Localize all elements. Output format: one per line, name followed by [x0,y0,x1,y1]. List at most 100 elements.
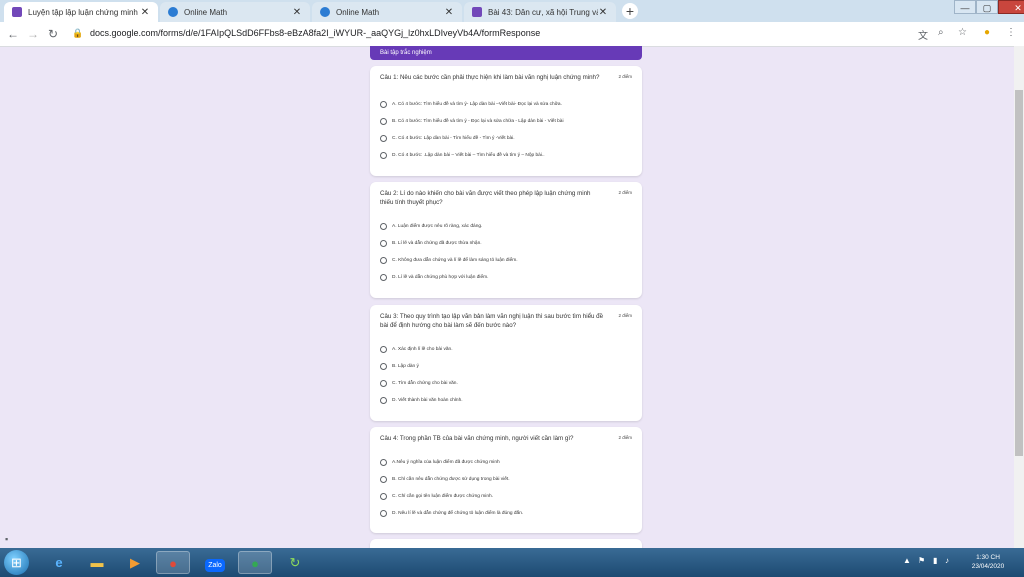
page-scrollbar[interactable] [1014,46,1024,548]
option-b[interactable]: B. Có 4 bước: Tìm hiểu đề và tìm ý - Đọc… [380,117,564,126]
radio-button[interactable] [380,223,387,230]
radio-button[interactable] [380,346,387,353]
option-label: D. Lí lẽ và dẫn chứng phù hợp với luận đ… [392,275,489,280]
question-text: Câu 1: Nêu các bước cần phải thực hiện k… [380,74,600,81]
tab-luyen-tap[interactable]: Luyện tập lập luận chứng minh ✕ [4,2,158,22]
option-a[interactable]: A. Có 4 bước: Tìm hiểu đề và tìm ý- Lập … [380,100,562,109]
close-icon[interactable]: ✕ [444,7,454,18]
back-icon[interactable]: ← [4,25,22,43]
radio-button[interactable] [380,118,387,125]
chrome-icon[interactable]: ● [238,551,272,574]
option-d[interactable]: D. Viết thành bài văn hoàn chỉnh. [380,396,463,405]
option-c[interactable]: C. Không đưa dẫn chứng và lí lẽ để làm s… [380,256,518,265]
minimize-button[interactable]: — [954,0,976,14]
windows-taskbar: ⊞ e ▬ ▶ ● Zalo ● ↻ ▲ ⚑ ▮ ♪ 1:30 CH 23/04… [0,548,1024,577]
google-form: Bài tập trắc nghiệm Câu 1: Nêu các bước … [370,46,642,548]
signal-icon[interactable]: ▮ [933,556,937,565]
question-text: Câu 3: Theo quy trình tạo lập văn bản là… [380,313,604,329]
browser-toolbar: ← → ↻ 🔒 docs.google.com/forms/d/e/1FAIpQ… [0,22,1024,47]
option-b[interactable]: B. Chỉ cần nêu dẫn chứng được sử dụng tr… [380,475,510,484]
lock-icon: 🔒 [72,28,84,38]
tab-bai-43[interactable]: Bài 43: Dân cư, xã hội Trung và Nam ✕ [464,2,616,22]
zoom-icon[interactable]: ⌕ [938,27,944,38]
onedrive-cloud-icon [320,7,330,17]
option-d[interactable]: D. Nêu lí lẽ và dẫn chứng để chứng tỏ lu… [380,509,523,518]
feedback-icon[interactable]: ▪ [5,534,8,544]
maximize-button[interactable]: ▢ [976,0,998,14]
address-bar[interactable]: 🔒 docs.google.com/forms/d/e/1FAIpQLSdD6F… [66,25,981,43]
close-icon[interactable]: ✕ [598,7,608,18]
media-player-icon[interactable]: ▶ [118,551,152,574]
option-a[interactable]: A. Luận điểm được nêu rõ ràng, xác đáng. [380,222,482,231]
option-a[interactable]: A. Xác định lí lẽ cho bài văn. [380,345,453,354]
question-text: Câu 4: Trong phần TB của bài văn chứng m… [380,435,574,442]
option-d[interactable]: D. Có 4 bước: .Lập dàn bài – Viết bài – … [380,151,545,160]
window-close-button[interactable]: ✕ [998,0,1024,14]
forward-icon[interactable]: → [24,25,42,43]
radio-button[interactable] [380,240,387,247]
tab-title: Online Math [184,7,228,17]
option-label: B. Lập dàn ý [392,364,419,369]
option-label: C. Chỉ cần gọi tên luận điểm được chứng … [392,494,494,499]
radio-button[interactable] [380,459,387,466]
option-a[interactable]: A.Nêu ý nghĩa của luận điểm đã được chứn… [380,458,500,467]
radio-button[interactable] [380,397,387,404]
tab-online-math-1[interactable]: Online Math ✕ [160,2,310,22]
start-button[interactable]: ⊞ [4,550,29,575]
radio-button[interactable] [380,476,387,483]
tab-online-math-2[interactable]: Online Math ✕ [312,2,462,22]
points-label: 2 điểm [618,74,632,79]
scrollbar-thumb[interactable] [1015,90,1023,456]
internet-explorer-icon[interactable]: e [42,551,76,574]
question-card-5 [370,539,642,548]
chrome-icon[interactable]: ● [156,551,190,574]
zalo-icon[interactable]: Zalo [198,551,232,574]
question-card-4: Câu 4: Trong phần TB của bài văn chứng m… [370,427,642,533]
tray-overflow-icon[interactable]: ▲ [903,556,911,565]
option-b[interactable]: B. Lí lẽ và dẫn chứng đã được thừa nhận. [380,239,482,248]
tab-title: Online Math [336,7,380,17]
points-label: 2 điểm [618,435,632,440]
radio-button[interactable] [380,510,387,517]
network-icon[interactable]: ⚑ [918,556,925,565]
radio-button[interactable] [380,135,387,142]
clock-date: 23/04/2020 [971,563,1005,570]
option-label: A. Có 4 bước: Tìm hiểu đề và tìm ý- Lập … [392,102,562,107]
onedrive-cloud-icon [168,7,178,17]
bookmark-star-icon[interactable]: ☆ [958,27,967,38]
option-label: D. Có 4 bước: .Lập dàn bài – Viết bài – … [392,153,545,158]
question-card-1: Câu 1: Nêu các bước cần phải thực hiện k… [370,66,642,176]
system-clock[interactable]: 1:30 CH 23/04/2020 [958,553,1018,571]
option-label: A. Luận điểm được nêu rõ ràng, xác đáng. [392,224,483,229]
option-label: C. Tìm dẫn chứng cho bài văn. [392,381,458,386]
new-tab-button[interactable]: + [622,3,638,19]
close-icon[interactable]: ✕ [140,7,150,18]
file-explorer-icon[interactable]: ▬ [80,551,114,574]
app-icon[interactable]: ↻ [278,551,312,574]
radio-button[interactable] [380,363,387,370]
form-header: Bài tập trắc nghiệm [370,46,642,60]
radio-button[interactable] [380,380,387,387]
option-label: C. Có 4 bước: Lập dàn bài - Tìm hiểu đề … [392,136,515,141]
option-label: D. Nêu lí lẽ và dẫn chứng để chứng tỏ lu… [392,511,524,516]
reload-icon[interactable]: ↻ [44,25,62,43]
option-d[interactable]: D. Lí lẽ và dẫn chứng phù hợp với luận đ… [380,273,488,282]
extension-icon[interactable]: ● [984,27,990,38]
radio-button[interactable] [380,152,387,159]
volume-icon[interactable]: ♪ [945,556,949,565]
radio-button[interactable] [380,274,387,281]
close-icon[interactable]: ✕ [292,7,302,18]
radio-button[interactable] [380,101,387,108]
menu-icon[interactable]: ⋮ [1006,27,1016,38]
option-c[interactable]: C. Tìm dẫn chứng cho bài văn. [380,379,458,388]
option-c[interactable]: C. Chỉ cần gọi tên luận điểm được chứng … [380,492,493,501]
radio-button[interactable] [380,257,387,264]
option-c[interactable]: C. Có 4 bước: Lập dàn bài - Tìm hiểu đề … [380,134,515,143]
google-forms-icon [12,7,22,17]
translate-icon[interactable]: 文 [918,27,928,42]
option-b[interactable]: B. Lập dàn ý [380,362,419,371]
clock-time: 1:30 CH [976,554,1000,561]
window-controls: — ▢ ✕ [954,0,1024,14]
radio-button[interactable] [380,493,387,500]
points-label: 2 điểm [618,313,632,318]
